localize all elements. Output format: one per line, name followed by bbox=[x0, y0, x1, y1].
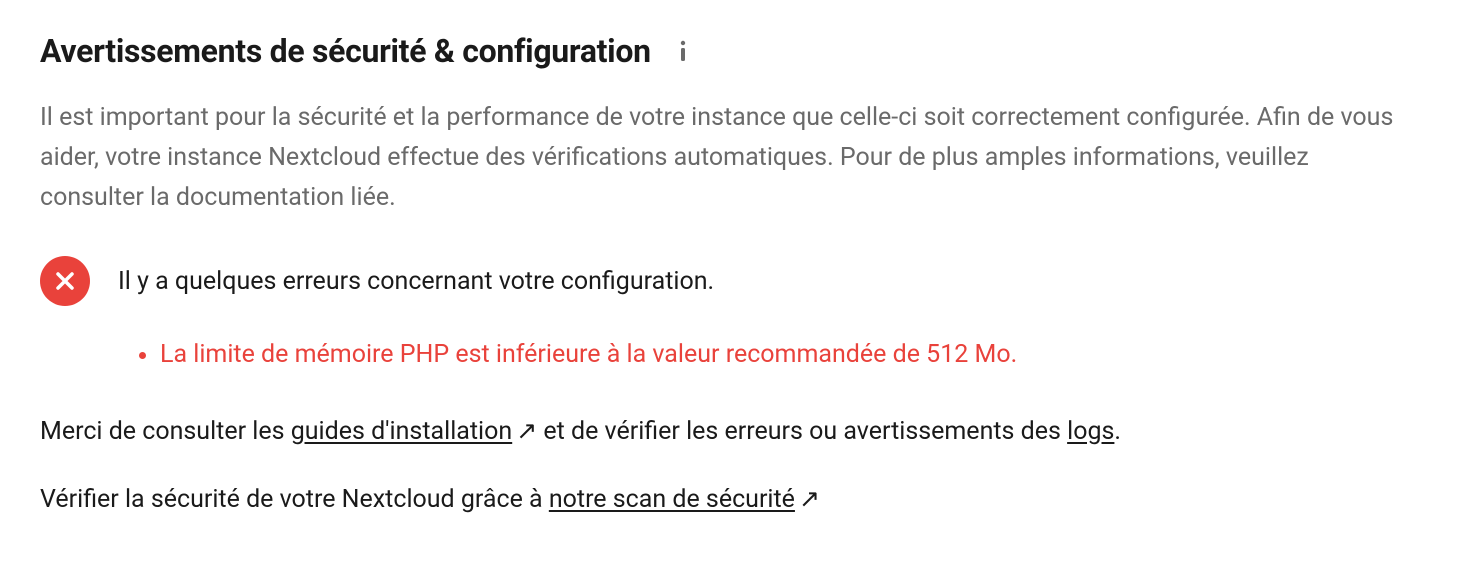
alert-summary: Il y a quelques erreurs concernant votre… bbox=[118, 267, 714, 296]
section-title-row: Avertissements de sécurité & configurati… bbox=[40, 32, 1418, 70]
error-icon bbox=[40, 256, 90, 306]
security-scan-link[interactable]: notre scan de sécurité↗ bbox=[549, 485, 820, 514]
text: . bbox=[1114, 417, 1121, 446]
text: et de vérifier les erreurs ou avertissem… bbox=[537, 417, 1067, 446]
logs-link[interactable]: logs bbox=[1067, 417, 1114, 446]
text: Vérifier la sécurité de votre Nextcloud … bbox=[40, 485, 549, 514]
doc-guidance-line: Merci de consulter les guides d'installa… bbox=[40, 412, 1418, 452]
link-label: logs bbox=[1067, 417, 1114, 446]
external-link-icon: ↗ bbox=[516, 412, 537, 452]
install-guides-link[interactable]: guides d'installation↗ bbox=[291, 417, 537, 446]
link-label: guides d'installation bbox=[291, 417, 512, 446]
section-title: Avertissements de sécurité & configurati… bbox=[40, 32, 651, 70]
issue-item: La limite de mémoire PHP est inférieure … bbox=[160, 336, 1418, 374]
intro-paragraph: Il est important pour la sécurité et la … bbox=[40, 98, 1418, 218]
alert-row: Il y a quelques erreurs concernant votre… bbox=[40, 256, 1418, 306]
info-icon[interactable] bbox=[671, 39, 695, 63]
issue-list: La limite de mémoire PHP est inférieure … bbox=[160, 336, 1418, 374]
security-scan-line: Vérifier la sécurité de votre Nextcloud … bbox=[40, 480, 1418, 520]
text: Merci de consulter les bbox=[40, 417, 291, 446]
link-label: notre scan de sécurité bbox=[549, 485, 795, 514]
external-link-icon: ↗ bbox=[799, 480, 820, 520]
